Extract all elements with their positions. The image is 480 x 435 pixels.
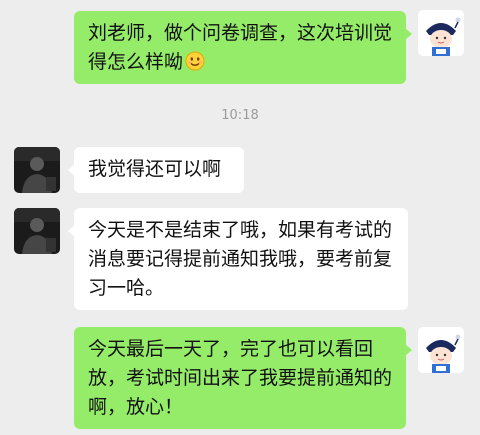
cartoon-student-avatar-icon [418,327,464,373]
teacher-photo-avatar[interactable] [14,208,60,254]
message-text: 今天是不是结束了哦，如果有考试的消息要记得提前通知我哦，要考前复习一哈。 [88,219,393,299]
message-bubble-incoming-2[interactable]: 今天是不是结束了哦，如果有考试的消息要记得提前通知我哦，要考前复习一哈。 [68,208,408,310]
message-text: 今天最后一天了，完了也可以看回放，考试时间出来了我要提前通知的啊，放心！ [88,338,393,418]
message-bubble-outgoing-1[interactable]: 刘老师，做个问卷调查，这次培训觉得怎么样呦 [74,11,412,84]
teacher-photo-avatar-icon [14,208,60,254]
smiling-face-emoji-icon [185,51,205,80]
message-timestamp: 10:18 [221,108,259,123]
message-bubble-outgoing-2[interactable]: 今天最后一天了，完了也可以看回放，考试时间出来了我要提前通知的啊，放心！ [74,327,412,429]
message-bubble-incoming-1[interactable]: 我觉得还可以啊 [68,147,244,193]
message-text: 我觉得还可以啊 [88,158,222,180]
teacher-photo-avatar-icon [14,147,60,193]
cartoon-student-avatar[interactable] [418,10,464,56]
teacher-photo-avatar[interactable] [14,147,60,193]
message-text: 刘老师，做个问卷调查，这次培训觉得怎么样呦 [88,22,393,73]
cartoon-student-avatar-icon [418,10,464,56]
cartoon-student-avatar[interactable] [418,327,464,373]
